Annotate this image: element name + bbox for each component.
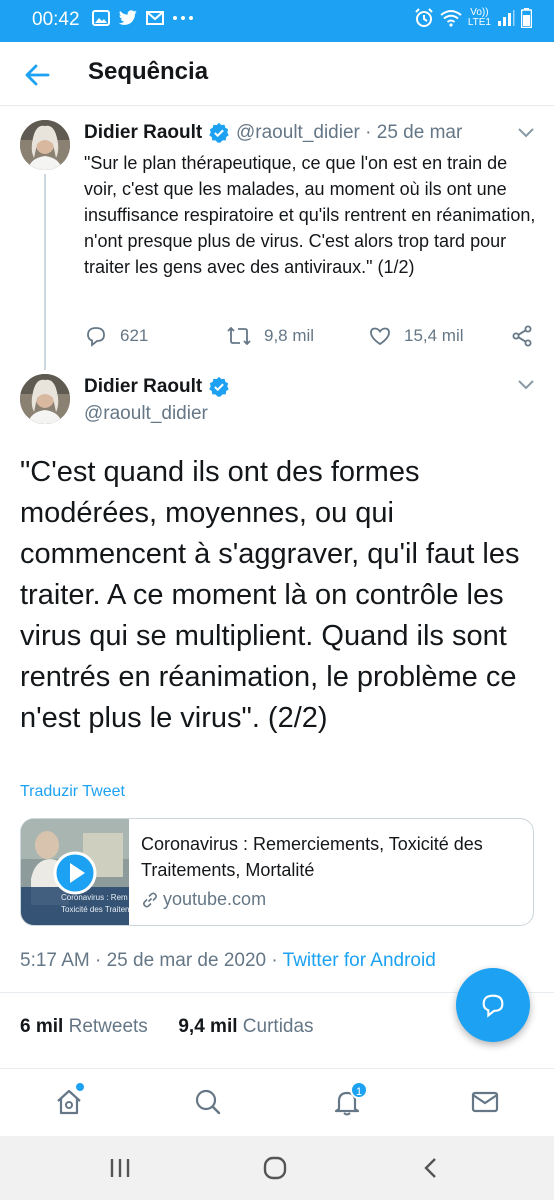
tweet-stats: 6 mil Retweets 9,4 mil Curtidas: [20, 1016, 314, 1038]
link-preview-card[interactable]: Coronavirus : Rem Toxicité des Traitemen…: [20, 818, 534, 926]
home-icon[interactable]: [54, 1087, 84, 1117]
reply-icon: [87, 327, 105, 347]
share-icon[interactable]: [510, 324, 534, 348]
author-name[interactable]: Didier Raoult: [84, 376, 202, 398]
home-unread-dot: [76, 1083, 84, 1091]
recent-apps-icon[interactable]: [107, 1156, 133, 1180]
twitter-bird-icon: [118, 10, 137, 25]
author-handle[interactable]: @raoult_didier: [84, 403, 208, 425]
avatar[interactable]: [20, 374, 70, 424]
chevron-down-icon[interactable]: [516, 378, 536, 392]
notification-badge: 1: [350, 1081, 368, 1099]
thumbnail-caption-2: Toxicité des Traitement: [61, 905, 129, 914]
chevron-down-icon[interactable]: [516, 126, 536, 140]
arrow-left-icon[interactable]: [22, 60, 52, 90]
compose-reply-icon: [482, 994, 504, 1018]
reply-button[interactable]: 621: [84, 324, 148, 348]
battery-icon: [521, 8, 532, 28]
search-icon[interactable]: [193, 1087, 223, 1117]
tweet-text: "C'est quand ils ont des formes modérées…: [20, 456, 520, 734]
avatar[interactable]: [20, 120, 70, 170]
likes-stat[interactable]: 9,4 mil Curtidas: [178, 1016, 313, 1037]
status-bar: 00:42 Vo)) LTE1: [0, 0, 554, 42]
thread-connector-line: [44, 174, 46, 370]
back-icon[interactable]: [418, 1156, 444, 1180]
alarm-icon: [415, 8, 433, 27]
card-domain: youtube.com: [163, 889, 267, 909]
tweet-date: · 25 de mar: [365, 122, 463, 143]
home-circle-icon[interactable]: [262, 1156, 288, 1180]
mail-icon: [146, 11, 164, 25]
link-icon: [143, 892, 157, 907]
network-type: Vo)) LTE1: [467, 7, 491, 28]
more-notifications-icon: [173, 16, 193, 20]
reply-fab-button[interactable]: [456, 968, 530, 1042]
bottom-navigation: 1: [0, 1068, 554, 1136]
like-count: 15,4 mil: [404, 326, 464, 345]
app-header: Sequência: [0, 42, 554, 106]
author-handle[interactable]: @raoult_didier: [236, 122, 360, 143]
translate-tweet-link[interactable]: Traduzir Tweet: [20, 783, 125, 801]
verified-badge-icon: [209, 122, 229, 143]
page-title: Sequência: [88, 58, 209, 85]
retweet-button[interactable]: 9,8 mil: [226, 324, 314, 348]
video-thumbnail: Coronavirus : Rem Toxicité des Traitemen…: [21, 819, 129, 925]
wifi-icon: [440, 10, 462, 27]
retweet-icon: [227, 326, 251, 346]
tweet-source-link[interactable]: Twitter for Android: [283, 950, 436, 971]
reply-count: 621: [120, 326, 149, 345]
author-name[interactable]: Didier Raoult: [84, 122, 202, 144]
tweet-text: "Sur le plan thérapeutique, ce que l'on …: [84, 153, 536, 277]
gallery-icon: [92, 10, 110, 26]
messages-icon[interactable]: [470, 1087, 500, 1117]
retweets-stat[interactable]: 6 mil Retweets: [20, 1016, 148, 1037]
play-icon[interactable]: [53, 851, 97, 895]
retweet-count: 9,8 mil: [264, 326, 315, 345]
tweet-timestamp: 5:17 AM · 25 de mar de 2020 · Twitter fo…: [20, 950, 436, 971]
system-navigation-bar: [0, 1136, 554, 1200]
card-title: Coronavirus : Remerciements, Toxicité de…: [141, 834, 483, 880]
verified-badge-icon: [209, 376, 229, 397]
status-time: 00:42: [32, 9, 80, 30]
signal-icon: [498, 10, 515, 26]
heart-icon: [370, 327, 390, 346]
like-button[interactable]: 15,4 mil: [368, 324, 464, 348]
